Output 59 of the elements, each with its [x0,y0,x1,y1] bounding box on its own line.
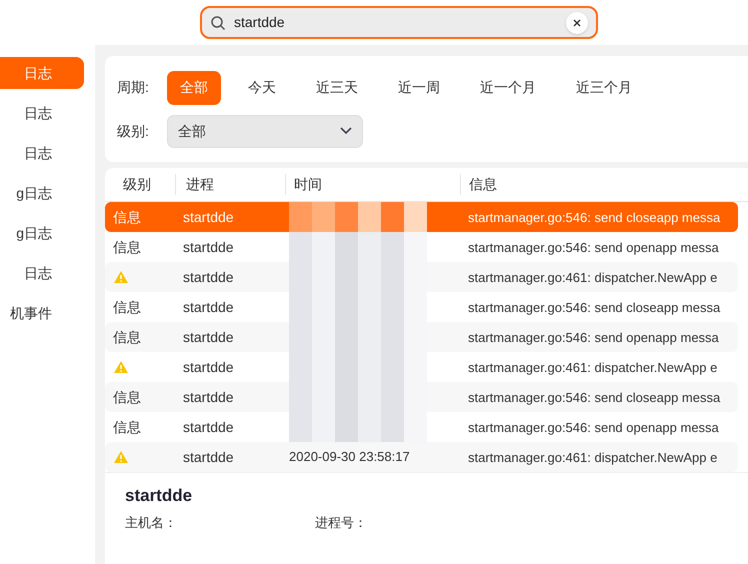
process-text: startdde [183,328,234,344]
level-text: 信息 [113,298,141,316]
message-text: startmanager.go:461: dispatcher.NewApp e [468,360,718,374]
level-text: 信息 [113,238,141,256]
host-label: 主机名： [125,514,178,532]
column-header[interactable]: 进程 [186,176,214,192]
search-icon [210,14,226,30]
process-text: startdde [183,388,234,404]
message-text: startmanager.go:461: dispatcher.NewApp e [468,270,718,284]
sidebar-item[interactable]: g日志 [0,177,84,209]
period-tab[interactable]: 近一个月 [467,70,549,104]
log-row[interactable]: 信息 startdde startmanager.go:546: send closeapp messa [105,382,738,412]
detail-title: startdde [125,485,194,507]
warning-icon [113,450,129,464]
process-text: startdde [183,448,234,464]
column-header[interactable]: 级别 [123,176,151,192]
search-field[interactable]: startdde [200,6,598,39]
sidebar-item[interactable]: 日志 [0,97,84,129]
process-text: startdde [183,418,234,434]
sidebar-item[interactable]: 机事件 [0,297,84,329]
time-text: 2020-09-30 23:58:17 [289,448,410,466]
level-label: 级别: [117,122,150,140]
level-text: 信息 [113,418,141,436]
column-header[interactable]: 信息 [469,176,497,192]
process-text: startdde [183,268,234,284]
period-tab[interactable]: 近三天 [303,70,371,104]
process-text: startdde [183,298,234,314]
column-header[interactable]: 时间 [294,176,322,192]
level-text: 信息 [113,328,141,346]
log-row[interactable]: 信息 startdde startmanager.go:546: send openapp messa [105,322,738,352]
process-text: startdde [183,238,234,254]
message-text: startmanager.go:546: send openapp messa [468,240,719,254]
log-row[interactable]: startdde 2020-09-30 23:58:17 startmanager.go:461: dispatcher.NewApp e [105,442,738,472]
process-text: startdde [183,208,234,224]
message-text: startmanager.go:546: send openapp messa [468,330,719,344]
level-text: 信息 [113,388,141,406]
process-text: startdde [183,358,234,374]
close-icon [573,18,581,26]
period-tab[interactable]: 近一周 [385,70,453,104]
sidebar-item[interactable]: 日志 [0,137,84,169]
search-input[interactable]: startdde [234,12,558,33]
warning-icon [113,360,129,374]
period-tab[interactable]: 近三个月 [563,70,645,104]
pid-label: 进程号： [315,514,367,532]
message-text: startmanager.go:546: send closeapp messa [468,300,720,314]
warning-icon [113,270,129,284]
chevron-down-icon [340,127,352,135]
message-text: startmanager.go:546: send closeapp messa [468,210,720,224]
sidebar-item[interactable]: 日志 [0,257,84,289]
sidebar-item[interactable]: g日志 [0,217,84,249]
period-label: 周期: [117,78,150,97]
clear-button[interactable] [566,12,588,34]
message-text: startmanager.go:546: send closeapp messa [468,390,720,404]
message-text: startmanager.go:546: send openapp messa [468,420,719,434]
level-dropdown[interactable]: 全部 [167,114,363,148]
period-tab[interactable]: 今天 [235,70,289,104]
log-row[interactable]: startdde startmanager.go:461: dispatcher.NewApp e [105,262,738,292]
level-text: 信息 [113,208,141,226]
message-text: startmanager.go:461: dispatcher.NewApp e [468,450,718,464]
